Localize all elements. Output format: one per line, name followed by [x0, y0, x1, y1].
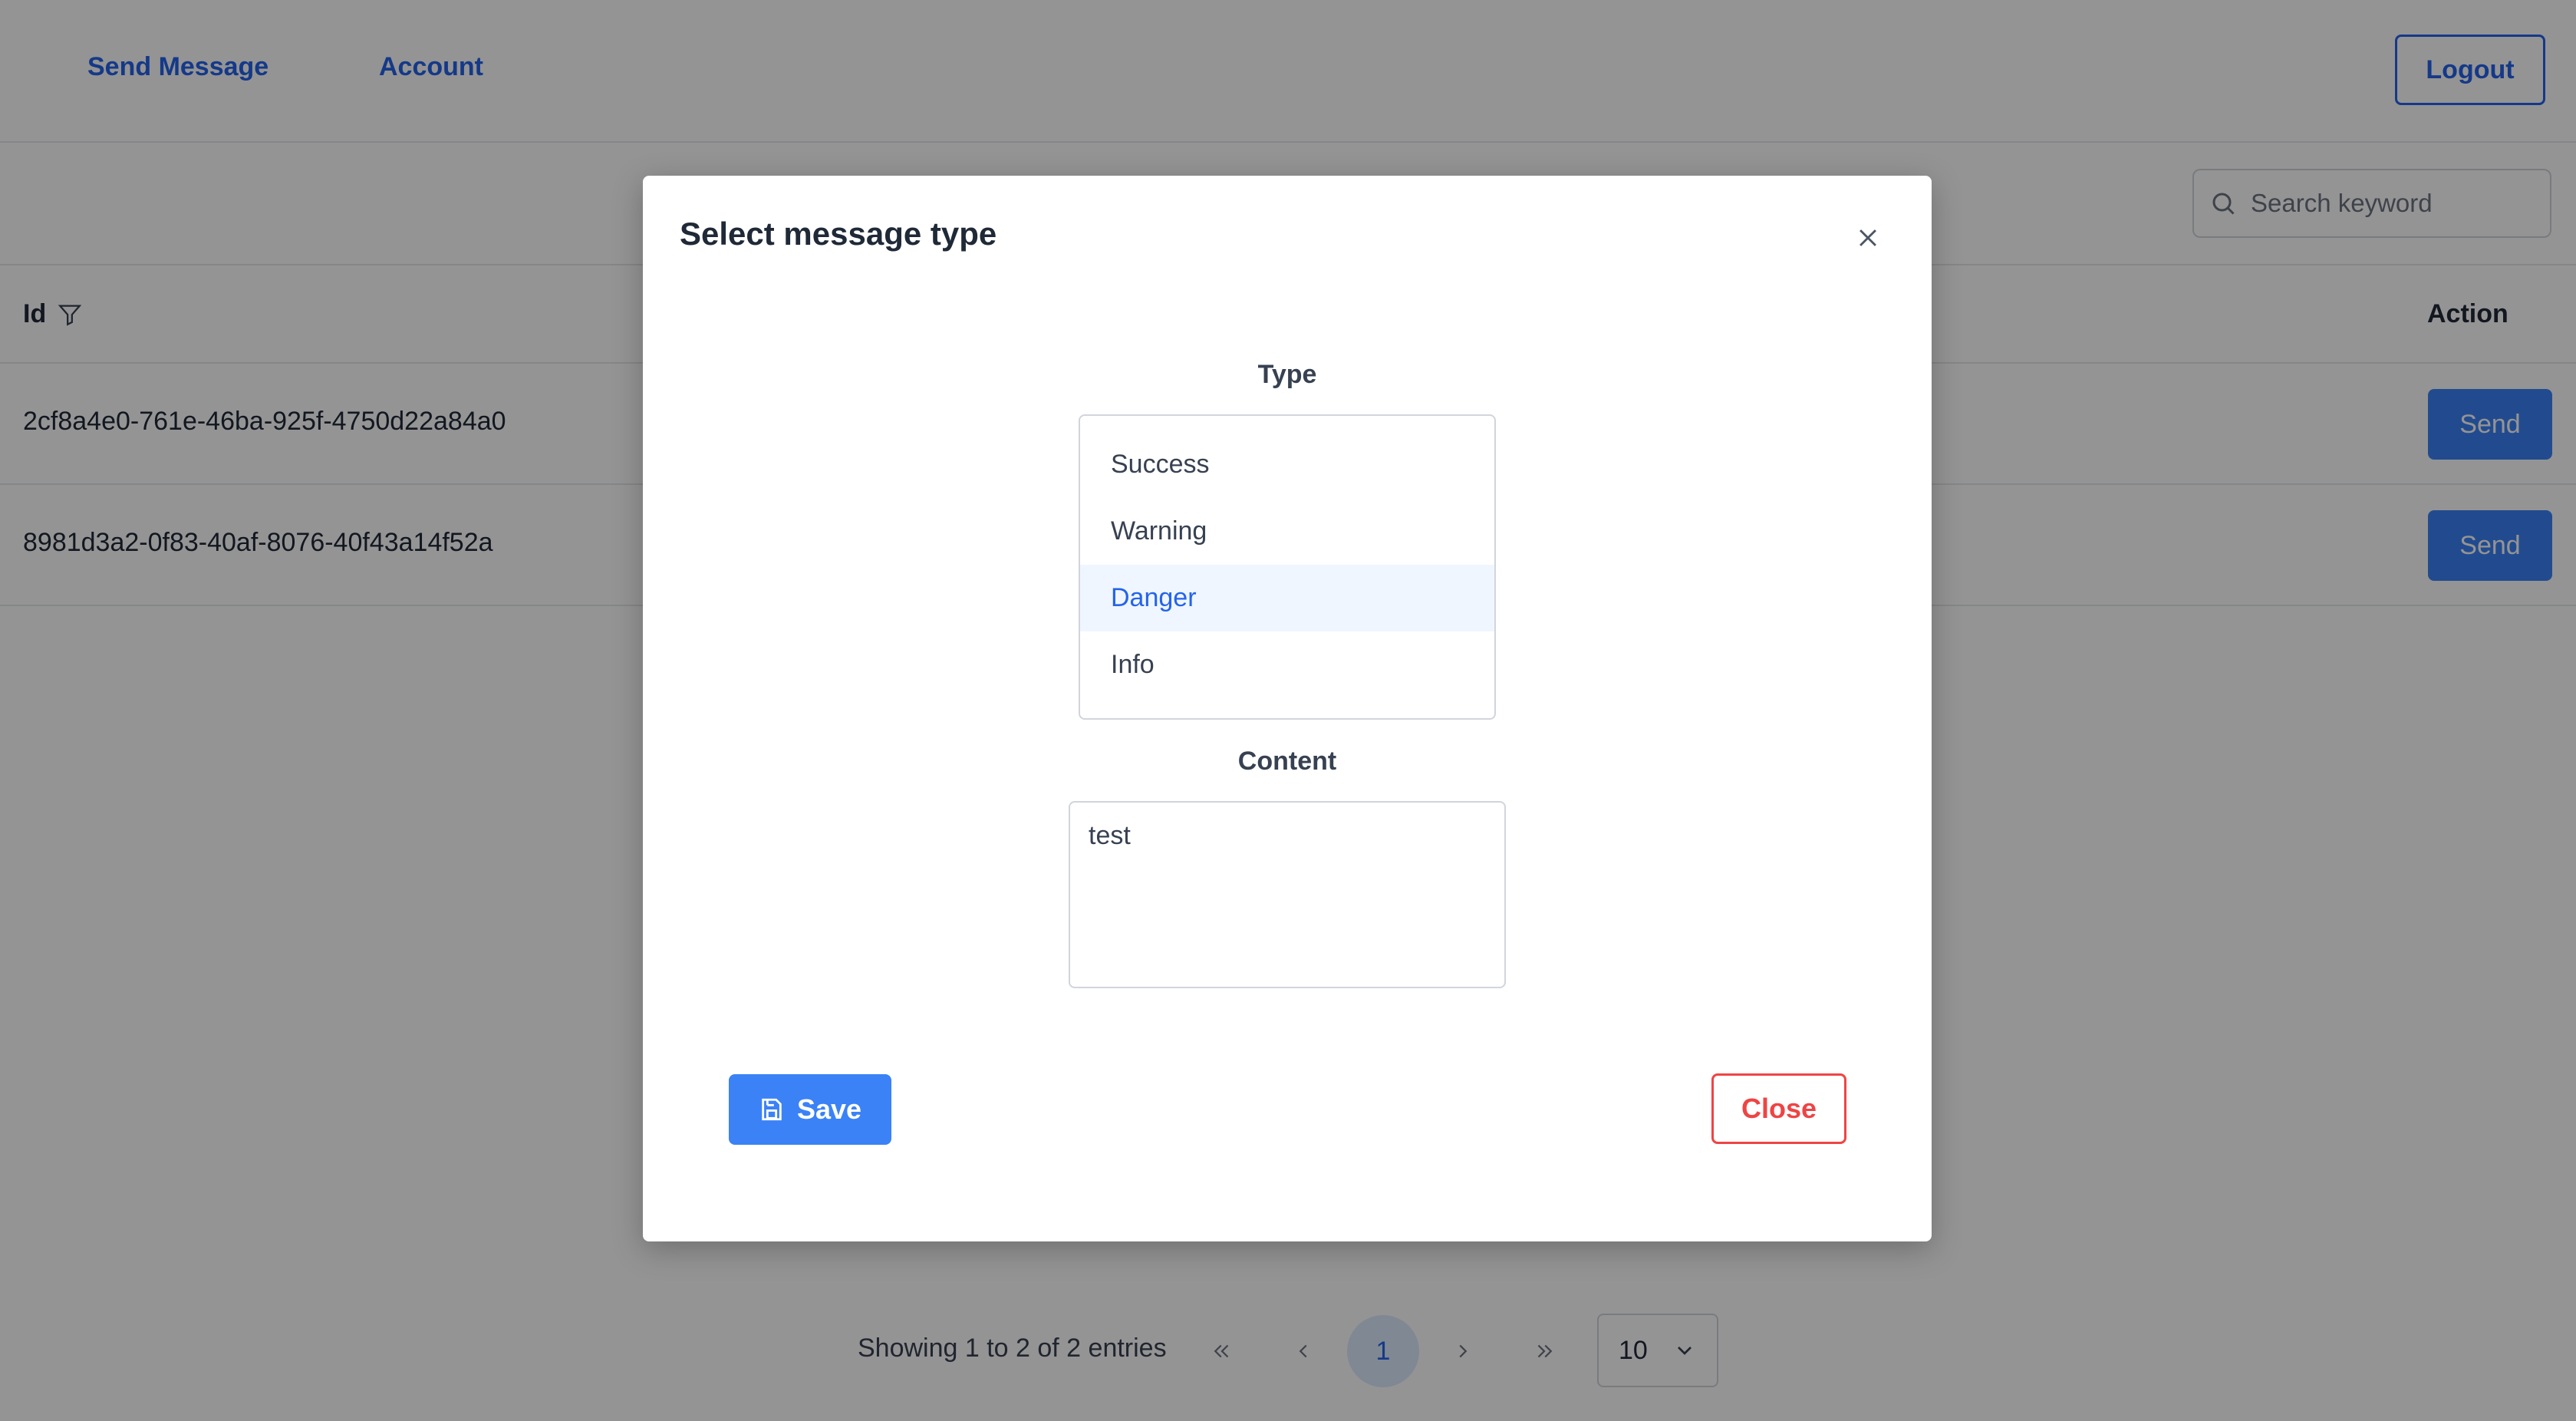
- type-option-danger[interactable]: Danger: [1080, 565, 1494, 631]
- message-type-dialog: Select message type Type Success Warning…: [643, 176, 1932, 1241]
- content-textarea[interactable]: test: [1069, 801, 1506, 988]
- dialog-title: Select message type: [680, 216, 997, 252]
- type-option-info[interactable]: Info: [1080, 631, 1494, 698]
- close-button[interactable]: Close: [1711, 1073, 1846, 1144]
- type-label: Type: [1257, 360, 1317, 389]
- save-button-label: Save: [796, 1093, 862, 1125]
- dialog-close-button[interactable]: [1849, 219, 1887, 257]
- type-option-success[interactable]: Success: [1080, 431, 1494, 498]
- save-button[interactable]: Save: [729, 1074, 891, 1145]
- save-icon: [762, 1098, 782, 1121]
- close-icon: [1860, 229, 1876, 246]
- content-label: Content: [1237, 747, 1337, 776]
- type-listbox[interactable]: Success Warning Danger Info: [1079, 414, 1496, 720]
- type-option-warning[interactable]: Warning: [1080, 498, 1494, 565]
